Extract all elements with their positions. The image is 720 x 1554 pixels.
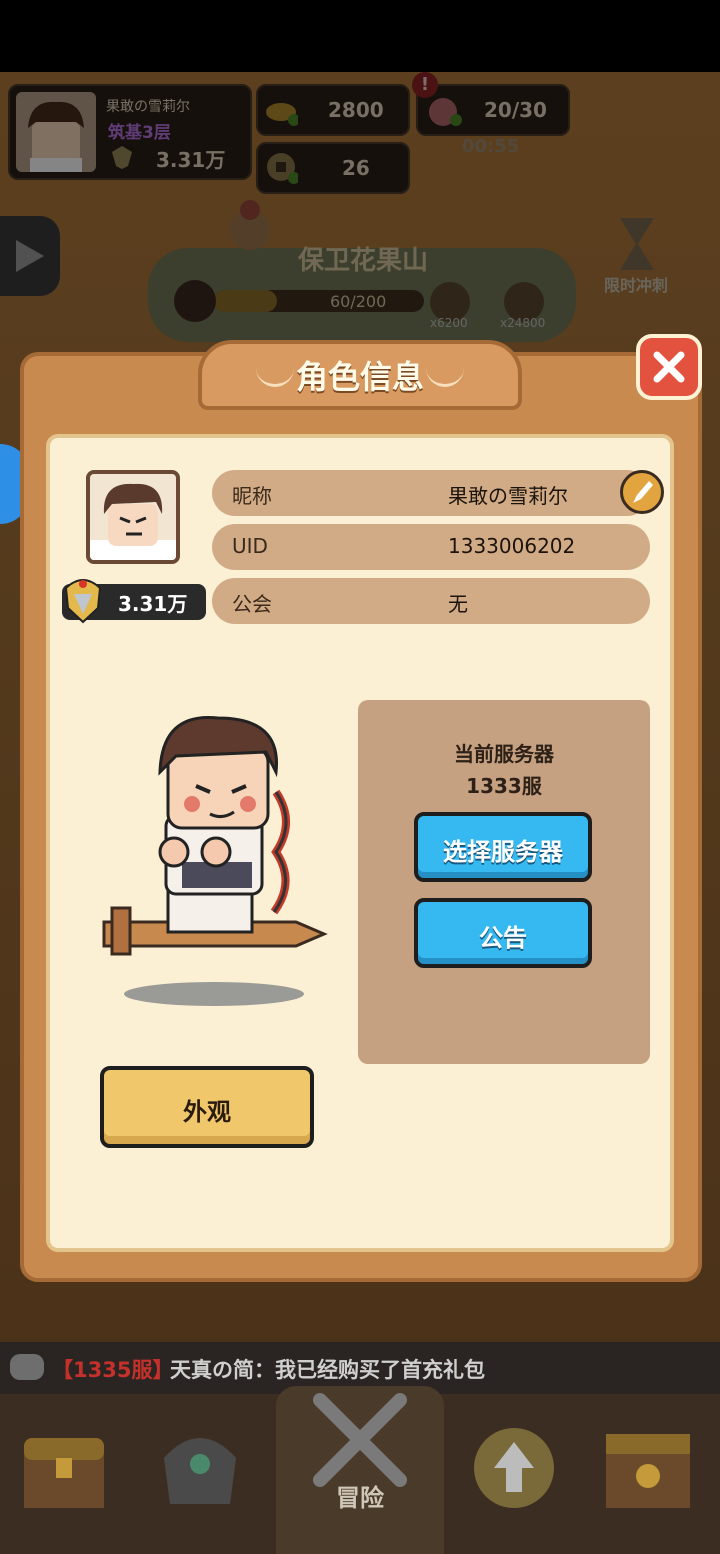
server-label: 当前服务器 — [454, 742, 554, 766]
avatar[interactable] — [86, 470, 180, 564]
notice-button[interactable]: 公告 — [414, 898, 592, 968]
nav-locked-chest-icon[interactable] — [598, 1418, 698, 1518]
row-guild: 公会 无 — [212, 578, 650, 624]
row-uid: UID 1333006202 — [212, 524, 650, 570]
chat-bubble-icon — [10, 1354, 44, 1380]
appearance-label: 外观 — [183, 1098, 231, 1126]
power-value: 3.31万 — [118, 592, 188, 616]
nav-chest-icon[interactable] — [14, 1418, 114, 1518]
row-nickname: 昵称 果敢の雪莉尔 — [212, 470, 650, 516]
nav-helmet-icon[interactable] — [150, 1418, 250, 1518]
select-server-button[interactable]: 选择服务器 — [414, 812, 592, 882]
character-sprite — [96, 712, 336, 1012]
chat-message: 天真の简：我已经购买了首充礼包 — [170, 1358, 485, 1382]
brush-icon — [633, 481, 653, 503]
row-value: 1333006202 — [448, 534, 576, 558]
server-value: 1333服 — [466, 774, 542, 798]
notice-label: 公告 — [479, 924, 527, 952]
nav-adventure-label: 冒险 — [336, 1484, 384, 1512]
nav-adventure-tab[interactable]: 冒险 — [276, 1386, 444, 1554]
row-label: 公会 — [232, 592, 272, 616]
crossed-swords-icon — [313, 1393, 407, 1487]
power-helmet-icon — [60, 574, 106, 624]
select-server-label: 选择服务器 — [443, 838, 563, 866]
appearance-button[interactable]: 外观 — [100, 1066, 314, 1148]
row-value: 果敢の雪莉尔 — [448, 484, 568, 508]
row-value: 无 — [448, 592, 468, 616]
row-label: 昵称 — [232, 484, 272, 508]
close-button[interactable] — [636, 334, 702, 400]
close-icon — [653, 351, 685, 383]
modal-title: 角色信息 — [295, 358, 424, 396]
row-label: UID — [232, 534, 268, 558]
nav-upgrade-icon[interactable] — [464, 1418, 564, 1518]
chat-server-tag: 【1335服】 — [52, 1358, 174, 1382]
edit-name-button[interactable] — [620, 470, 664, 514]
